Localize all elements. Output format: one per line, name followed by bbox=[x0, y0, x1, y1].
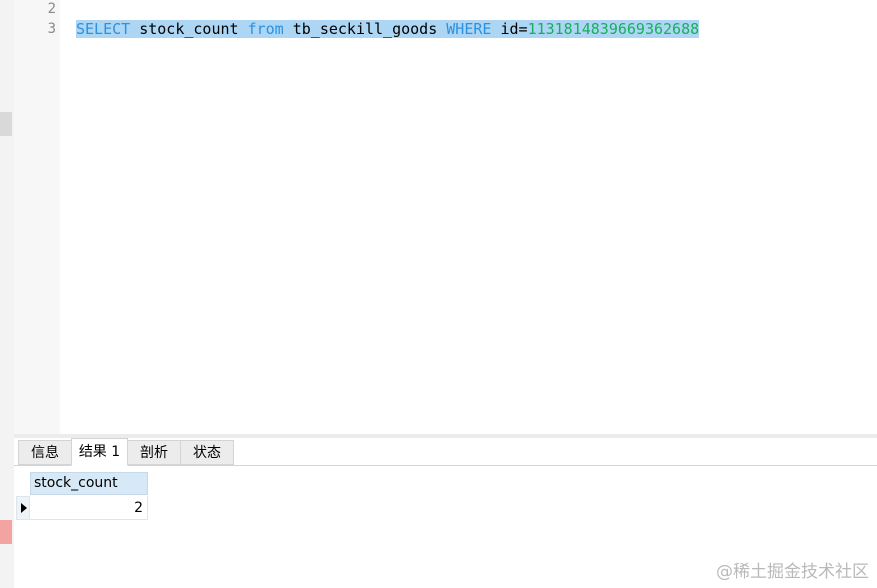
line-number-gutter: 2 3 bbox=[14, 0, 60, 436]
line-number: 2 bbox=[47, 1, 56, 17]
scroll-marker[interactable] bbox=[0, 112, 12, 136]
tab-result-1[interactable]: 结果 1 bbox=[71, 438, 128, 466]
tab-status[interactable]: 状态 bbox=[180, 440, 234, 465]
column-header-stock-count[interactable]: stock_count bbox=[30, 472, 148, 495]
tab-info[interactable]: 信息 bbox=[18, 440, 72, 465]
left-window-strip bbox=[0, 0, 14, 588]
table-cell[interactable]: 2 bbox=[30, 496, 148, 520]
keyword-select: SELECT bbox=[76, 20, 131, 38]
sql-editor[interactable]: 2 3 SELECT stock_count from tb_seckill_g… bbox=[14, 0, 877, 436]
keyword-from: from bbox=[247, 20, 284, 38]
result-tab-bar: 信息 结果 1 剖析 状态 bbox=[14, 438, 877, 466]
error-marker bbox=[0, 520, 12, 544]
id-literal: 1131814839669362688 bbox=[527, 20, 700, 38]
code-line-selected[interactable]: SELECT stock_count from tb_seckill_goods… bbox=[76, 20, 700, 38]
row-indicator[interactable] bbox=[16, 496, 30, 520]
code-text: id= bbox=[491, 20, 528, 38]
current-row-arrow-icon bbox=[21, 503, 27, 513]
keyword-where: WHERE bbox=[446, 20, 492, 38]
code-text: tb_seckill_goods bbox=[283, 20, 447, 38]
watermark: @稀土掘金技术社区 bbox=[716, 562, 869, 582]
code-text: stock_count bbox=[130, 20, 248, 38]
tab-profile[interactable]: 剖析 bbox=[127, 440, 181, 465]
line-number: 3 bbox=[47, 21, 56, 37]
